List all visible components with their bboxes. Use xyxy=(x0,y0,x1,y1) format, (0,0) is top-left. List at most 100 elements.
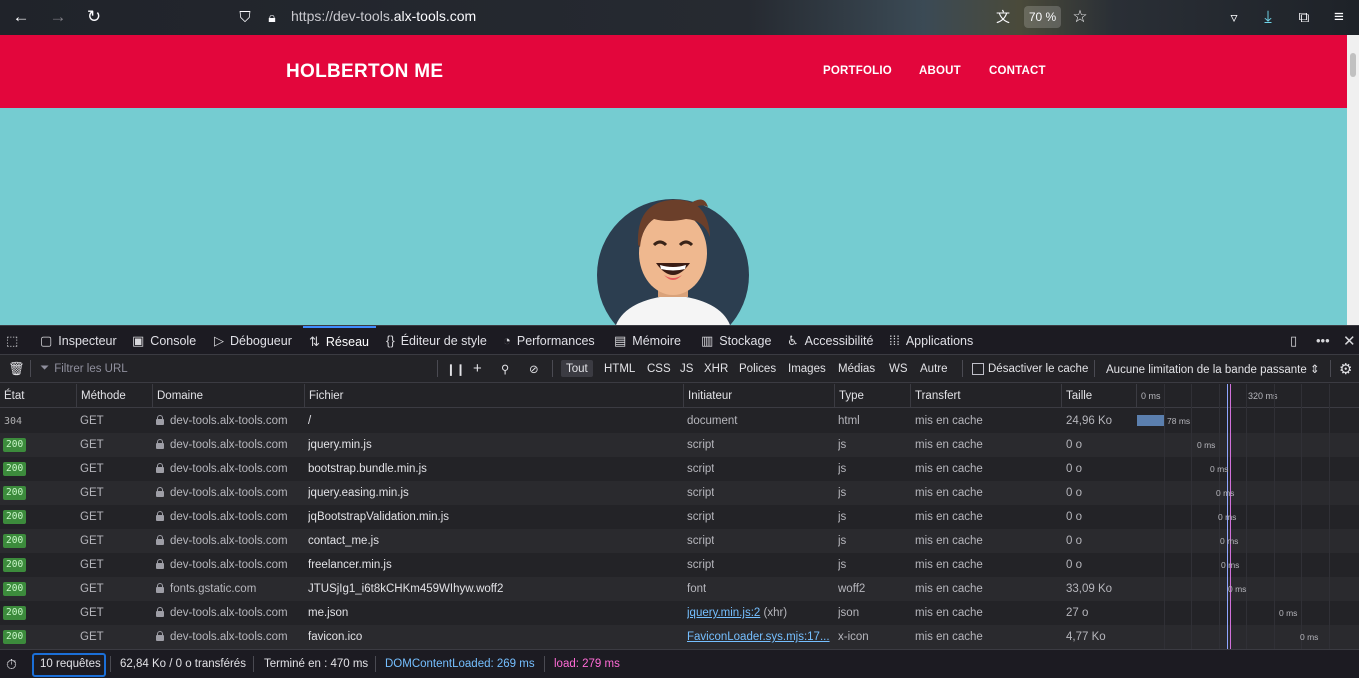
domain-cell: dev-tools.alx-tools.com xyxy=(156,409,288,433)
nav-link-portfolio[interactable]: PORTFOLIO xyxy=(823,65,892,77)
dock-icon[interactable]: ▯ xyxy=(1290,326,1297,355)
trash-icon[interactable]: 🗑︎ xyxy=(8,355,25,382)
tab-debugger[interactable]: ▷ Débogueur xyxy=(214,326,292,355)
tab-storage[interactable]: ▥ Stockage xyxy=(701,326,771,355)
filter-media[interactable]: Médias xyxy=(838,355,875,382)
domain-text: fonts.gstatic.com xyxy=(170,583,257,595)
timeline-gridline xyxy=(1191,384,1192,649)
pause-icon[interactable]: ❙❙ xyxy=(446,355,465,382)
tab-network[interactable]: ⇅ Réseau xyxy=(303,326,376,355)
menu-icon[interactable]: ≡ xyxy=(1328,6,1350,28)
close-devtools-icon[interactable]: ✕ xyxy=(1343,326,1356,355)
back-arrow-icon[interactable]: ← xyxy=(10,6,32,28)
more-options-icon[interactable]: ••• xyxy=(1316,326,1330,355)
size-cell: 24,96 Ko xyxy=(1066,415,1113,427)
filter-other[interactable]: Autre xyxy=(920,355,948,382)
type-cell: js xyxy=(838,487,847,499)
memory-icon: ▤ xyxy=(614,332,627,348)
transfer-cell: mis en cache xyxy=(915,535,983,547)
tab-memory[interactable]: ▤ Mémoire xyxy=(614,326,681,355)
shield-icon[interactable]: ⛉ xyxy=(234,6,256,28)
lock-icon xyxy=(156,511,164,521)
col-domain[interactable]: Domaine xyxy=(152,384,304,408)
settings-gear-icon[interactable]: ⚙ xyxy=(1339,355,1352,382)
size-cell: 27 o xyxy=(1066,607,1089,619)
waterfall: 78 ms 0 ms 0 ms 0 ms 0 ms 0 ms 0 ms 0 ms 0 ms 0 m… xyxy=(1136,384,1359,649)
file-cell: / xyxy=(308,415,312,427)
disable-cache-checkbox[interactable]: Désactiver le cache xyxy=(972,355,1088,382)
filter-fonts[interactable]: Polices xyxy=(739,355,776,382)
col-status[interactable]: État xyxy=(0,384,77,408)
filter-js[interactable]: JS xyxy=(680,355,693,382)
filter-xhr[interactable]: XHR xyxy=(704,355,728,382)
col-method[interactable]: Méthode xyxy=(76,384,152,408)
tab-performance[interactable]: ◔ Performances xyxy=(503,326,595,355)
download-icon[interactable]: ⤓ xyxy=(1257,6,1279,28)
lock-icon xyxy=(156,463,164,473)
forward-arrow-icon[interactable]: → xyxy=(47,6,69,28)
nav-link-contact[interactable]: CONTACT xyxy=(989,65,1046,77)
timing-bar[interactable] xyxy=(1137,415,1164,426)
domain-text: dev-tools.alx-tools.com xyxy=(170,415,288,427)
initiator-cell: script xyxy=(687,487,715,499)
domain-text: dev-tools.alx-tools.com xyxy=(170,559,288,571)
nav-link-about[interactable]: ABOUT xyxy=(919,65,961,77)
filter-html[interactable]: HTML xyxy=(604,355,635,382)
tab-inspector[interactable]: ▢ Inspecteur xyxy=(40,326,117,355)
url-bar[interactable]: https://dev-tools.alx-tools.com xyxy=(291,8,476,24)
initiator-link[interactable]: FaviconLoader.sys.mjs:17... xyxy=(687,631,830,643)
timeline-gridline xyxy=(1246,384,1247,649)
domain-cell: dev-tools.alx-tools.com xyxy=(156,529,288,553)
page-scrollbar-thumb[interactable] xyxy=(1350,53,1356,77)
debugger-icon: ▷ xyxy=(214,332,224,348)
tab-style-editor[interactable]: {} Éditeur de style xyxy=(386,326,487,355)
lock-icon xyxy=(156,607,164,617)
divider xyxy=(110,656,111,672)
block-icon[interactable]: ⊘ xyxy=(529,355,539,382)
pocket-icon[interactable]: ▿ xyxy=(1223,6,1245,28)
search-icon[interactable]: ⚲ xyxy=(501,355,509,382)
col-type[interactable]: Type xyxy=(834,384,910,408)
status-cell: 200 xyxy=(0,505,27,529)
reload-icon[interactable]: ↻ xyxy=(83,6,105,28)
initiator-cell: font xyxy=(687,583,707,595)
tab-applications[interactable]: ⁞⁞⁞ Applications xyxy=(889,326,973,355)
extensions-icon[interactable]: ⧉ xyxy=(1293,6,1315,28)
filter-all[interactable]: Tout xyxy=(561,360,593,377)
filter-css[interactable]: CSS xyxy=(647,355,671,382)
type-cell: js xyxy=(838,535,847,547)
col-transfer[interactable]: Transfert xyxy=(910,384,1061,408)
lock-icon[interactable]: 🔒︎ xyxy=(261,6,283,28)
element-picker-icon[interactable]: ⬚ xyxy=(6,326,18,355)
filter-images[interactable]: Images xyxy=(788,355,826,382)
domain-cell: dev-tools.alx-tools.com xyxy=(156,457,288,481)
method-cell: GET xyxy=(80,415,104,427)
network-toolbar: 🗑︎ ⏷ Filtrer les URL ❙❙ + ⚲ ⊘ Tout HTML C… xyxy=(0,355,1359,383)
method-cell: GET xyxy=(80,439,104,451)
col-size[interactable]: Taille xyxy=(1061,384,1136,408)
translate-icon[interactable]: 文 xyxy=(992,6,1014,28)
timeline-gridline xyxy=(1164,384,1165,649)
site-brand[interactable]: HOLBERTON ME xyxy=(286,61,443,83)
zoom-level[interactable]: 70 % xyxy=(1024,6,1061,28)
domain-text: dev-tools.alx-tools.com xyxy=(170,487,288,499)
tab-accessibility[interactable]: ♿︎ Accessibilité xyxy=(787,326,873,355)
lock-icon xyxy=(156,415,164,425)
page-scrollbar[interactable] xyxy=(1347,35,1359,325)
url-filter-input[interactable]: ⏷ Filtrer les URL xyxy=(40,355,430,382)
bookmark-star-icon[interactable]: ☆ xyxy=(1069,6,1091,28)
tab-console[interactable]: ▣ Console xyxy=(132,326,196,355)
throttling-select[interactable]: Aucune limitation de la bande passante ⇕ xyxy=(1106,355,1320,382)
filter-ws[interactable]: WS xyxy=(889,355,908,382)
browser-toolbar: ← → ↻ ⛉ 🔒︎ https://dev-tools.alx-tools.c… xyxy=(0,0,1359,35)
domain-cell: dev-tools.alx-tools.com xyxy=(156,625,288,649)
add-request-icon[interactable]: + xyxy=(473,355,482,382)
col-file[interactable]: Fichier xyxy=(304,384,683,408)
performance-analysis-icon[interactable]: ⏱︎ xyxy=(6,650,17,678)
col-initiator[interactable]: Initiateur xyxy=(683,384,834,408)
divider xyxy=(30,360,31,377)
method-cell: GET xyxy=(80,559,104,571)
status-cell: 200 xyxy=(0,529,27,553)
initiator-link[interactable]: jquery.min.js:2 xyxy=(687,607,760,619)
tab-label: Applications xyxy=(905,333,974,348)
